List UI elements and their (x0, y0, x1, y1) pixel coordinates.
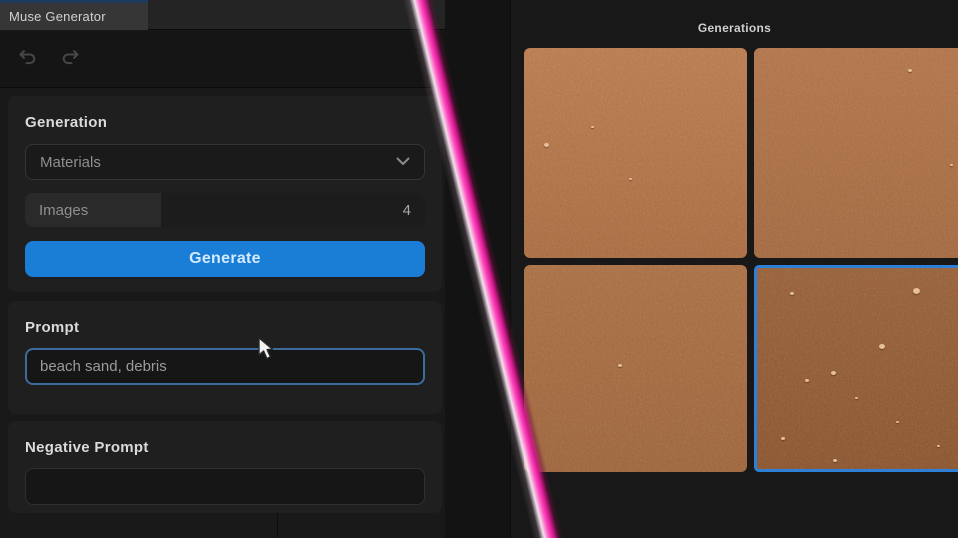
texture-noise (757, 268, 958, 469)
debris-speck (805, 379, 809, 382)
generations-panel: Generations (510, 0, 958, 538)
debris-speck (913, 288, 920, 294)
generation-tile-generation-2[interactable] (754, 48, 958, 258)
tab-strip: Muse Generator (0, 0, 445, 30)
generations-title: Generations (511, 21, 958, 35)
images-count-field[interactable]: Images 4 (25, 193, 425, 227)
debris-speck (544, 143, 549, 147)
debris-speck (591, 126, 594, 128)
tab-muse-generator[interactable]: Muse Generator (0, 0, 148, 30)
undo-icon (17, 46, 39, 73)
debris-speck (937, 445, 940, 447)
texture-noise (754, 48, 958, 258)
debris-speck (833, 459, 837, 462)
texture-noise (524, 265, 747, 472)
images-value: 4 (403, 202, 411, 219)
debris-speck (855, 397, 858, 399)
debris-speck (781, 437, 785, 440)
debris-speck (618, 364, 622, 367)
panel-divider-tick (277, 513, 278, 538)
prompt-section: Prompt (8, 301, 442, 414)
generate-button[interactable]: Generate (25, 241, 425, 277)
generation-tile-generation-4-selected[interactable] (754, 265, 958, 472)
texture-noise (524, 48, 747, 258)
generation-tile-generation-1[interactable] (524, 48, 747, 258)
muse-generator-panel: Muse Generator Generation Materials (0, 0, 445, 538)
debris-speck (790, 292, 794, 295)
right-pane: Generations (445, 0, 958, 538)
debris-speck (879, 344, 885, 349)
debris-speck (831, 371, 836, 375)
generation-tile-generation-3[interactable] (524, 265, 747, 472)
tab-title: Muse Generator (9, 9, 106, 24)
generations-grid (524, 48, 958, 472)
debris-speck (629, 178, 632, 180)
generation-type-value: Materials (40, 154, 101, 171)
generation-type-dropdown[interactable]: Materials (25, 144, 425, 180)
negative-prompt-input[interactable] (25, 468, 425, 505)
redo-icon (59, 46, 81, 73)
debris-speck (896, 421, 899, 423)
toolbar (0, 31, 445, 88)
negative-prompt-section-label: Negative Prompt (25, 439, 425, 456)
prompt-input[interactable] (25, 348, 425, 385)
images-label: Images (39, 202, 88, 219)
redo-button[interactable] (58, 47, 82, 71)
debris-speck (950, 164, 953, 166)
generation-section-label: Generation (25, 114, 425, 131)
debris-speck (908, 69, 912, 72)
generation-section: Generation Materials Images 4 Generate (8, 96, 442, 292)
prompt-section-label: Prompt (25, 319, 425, 336)
undo-button[interactable] (16, 47, 40, 71)
negative-prompt-section: Negative Prompt (8, 421, 442, 513)
chevron-down-icon (396, 153, 410, 171)
